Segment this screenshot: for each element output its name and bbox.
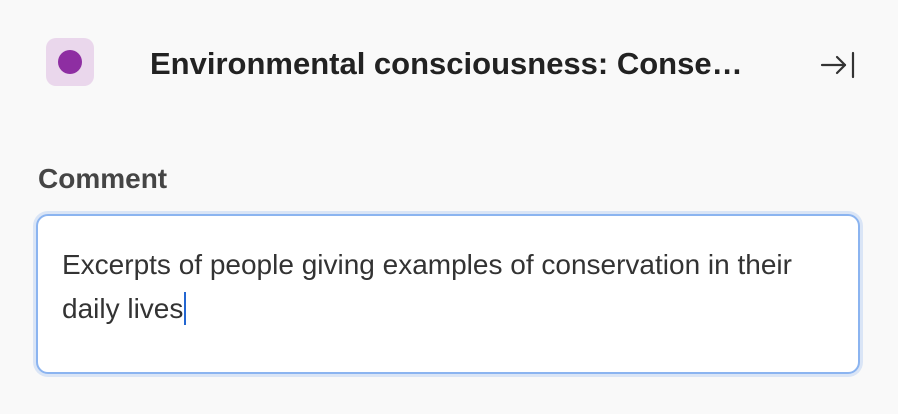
panel-header: Environmental consciousness: Conse… bbox=[0, 0, 898, 126]
comment-label: Comment bbox=[38, 163, 168, 194]
code-title: Environmental consciousness: Conse… bbox=[150, 46, 743, 81]
comment-textarea[interactable]: Excerpts of people giving examples of co… bbox=[36, 214, 860, 374]
code-detail-panel: Environmental consciousness: Conse… Comm… bbox=[0, 0, 898, 414]
comment-text: Excerpts of people giving examples of co… bbox=[62, 249, 792, 324]
code-color-badge bbox=[46, 38, 94, 86]
collapse-panel-button[interactable] bbox=[812, 44, 860, 84]
collapse-right-icon bbox=[820, 51, 855, 79]
comment-text-container: Excerpts of people giving examples of co… bbox=[62, 243, 822, 331]
code-color-icon bbox=[58, 50, 82, 74]
text-caret bbox=[184, 292, 187, 325]
